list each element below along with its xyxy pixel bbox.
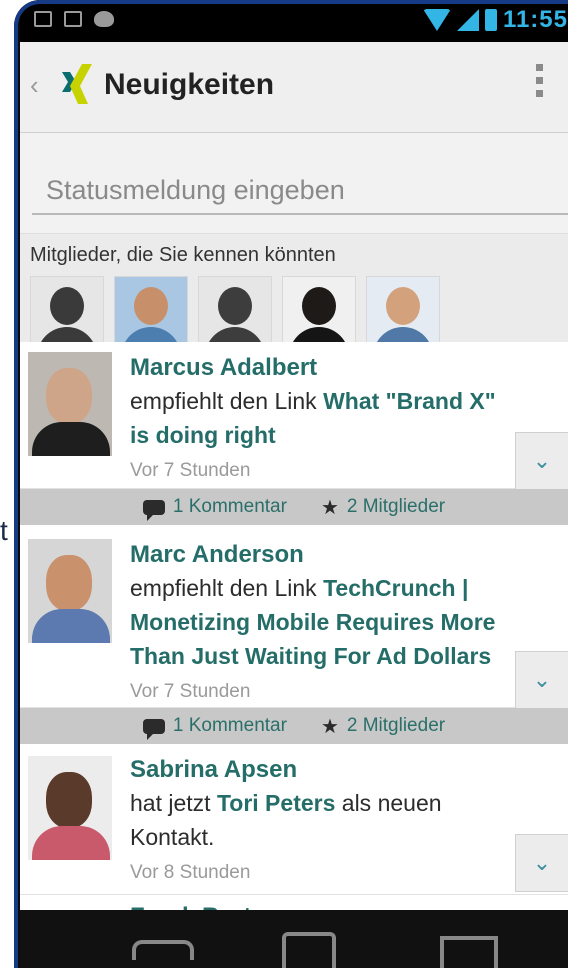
wifi-icon [422,9,451,31]
activity-text: empfiehlt den Link [130,388,317,414]
suggestions-title: Mitglieder, die Sie kennen könnten [30,244,336,266]
members-button[interactable]: ★ 2 Mitglieder [321,714,445,739]
battery-icon [484,9,497,31]
author-name[interactable]: Marcus Adalbert [130,354,317,382]
item-actions: 1 Kommentar ★ 2 Mitglieder [20,708,568,744]
timestamp: Vor 8 Stunden [130,862,251,883]
chevron-down-icon: ⌄ [532,448,552,473]
comments-button[interactable]: 1 Kommentar [142,715,287,740]
comments-count: 1 Kommentar [172,715,287,736]
list-item[interactable]: Sabrina Apsen hat jetzt Tori Peters als … [20,744,568,895]
star-icon: ★ [320,496,339,519]
notification-icon [64,11,82,27]
chevron-down-icon: ⌄ [532,667,552,692]
list-item[interactable]: Marc Anderson empfiehlt den Link TechCru… [20,525,568,709]
comment-icon [142,499,165,521]
nav-home-icon[interactable] [282,932,336,968]
notification-icon [34,11,52,27]
screen: 11:55 ‹ Neuigkeiten Mitglieder, die Sie … [20,0,568,968]
author-name[interactable]: Marc Anderson [130,541,304,569]
signal-icon [456,9,479,31]
activity-text: hat jetzt [130,790,211,816]
page-title: Neuigkeiten [104,68,275,101]
action-bar: ‹ Neuigkeiten [20,42,568,133]
list-item[interactable]: Marcus Adalbert empfiehlt den Link What … [20,342,568,490]
timestamp: Vor 7 Stunden [130,460,251,481]
expand-button[interactable]: ⌄ [515,834,568,892]
star-icon: ★ [320,715,339,738]
comments-count: 1 Kommentar [172,496,287,517]
comments-button[interactable]: 1 Kommentar [142,496,287,521]
comment-icon [142,718,165,740]
stray-text: t [0,515,8,546]
contact-link[interactable]: Tori Peters [217,790,335,816]
status-input[interactable] [32,167,568,215]
status-bar: 11:55 [20,0,568,42]
device-frame: 11:55 ‹ Neuigkeiten Mitglieder, die Sie … [14,0,568,968]
xing-logo-icon[interactable] [58,62,98,106]
status-update-area [20,133,568,234]
timestamp: Vor 7 Stunden [130,681,251,702]
activity-text: empfiehlt den Link [130,575,317,601]
system-nav-bar [20,910,568,968]
avatar[interactable] [28,539,112,643]
members-button[interactable]: ★ 2 Mitglieder [321,495,445,520]
members-count: 2 Mitglieder [346,715,446,736]
expand-button[interactable]: ⌄ [515,432,568,490]
clock: 11:55 [502,6,568,33]
members-count: 2 Mitglieder [346,496,446,517]
avatar[interactable] [28,756,112,860]
news-feed: Marcus Adalbert empfiehlt den Link What … [20,342,568,968]
notification-icon [94,11,114,27]
nav-recent-icon[interactable] [440,936,498,968]
overflow-menu-icon[interactable] [536,64,544,97]
expand-button[interactable]: ⌄ [515,651,568,709]
chevron-down-icon: ⌄ [532,850,552,875]
author-name[interactable]: Sabrina Apsen [130,756,297,784]
nav-back-icon[interactable] [132,940,194,960]
avatar[interactable] [28,352,112,456]
back-icon[interactable]: ‹ [30,70,39,101]
item-actions: 1 Kommentar ★ 2 Mitglieder [20,489,568,525]
